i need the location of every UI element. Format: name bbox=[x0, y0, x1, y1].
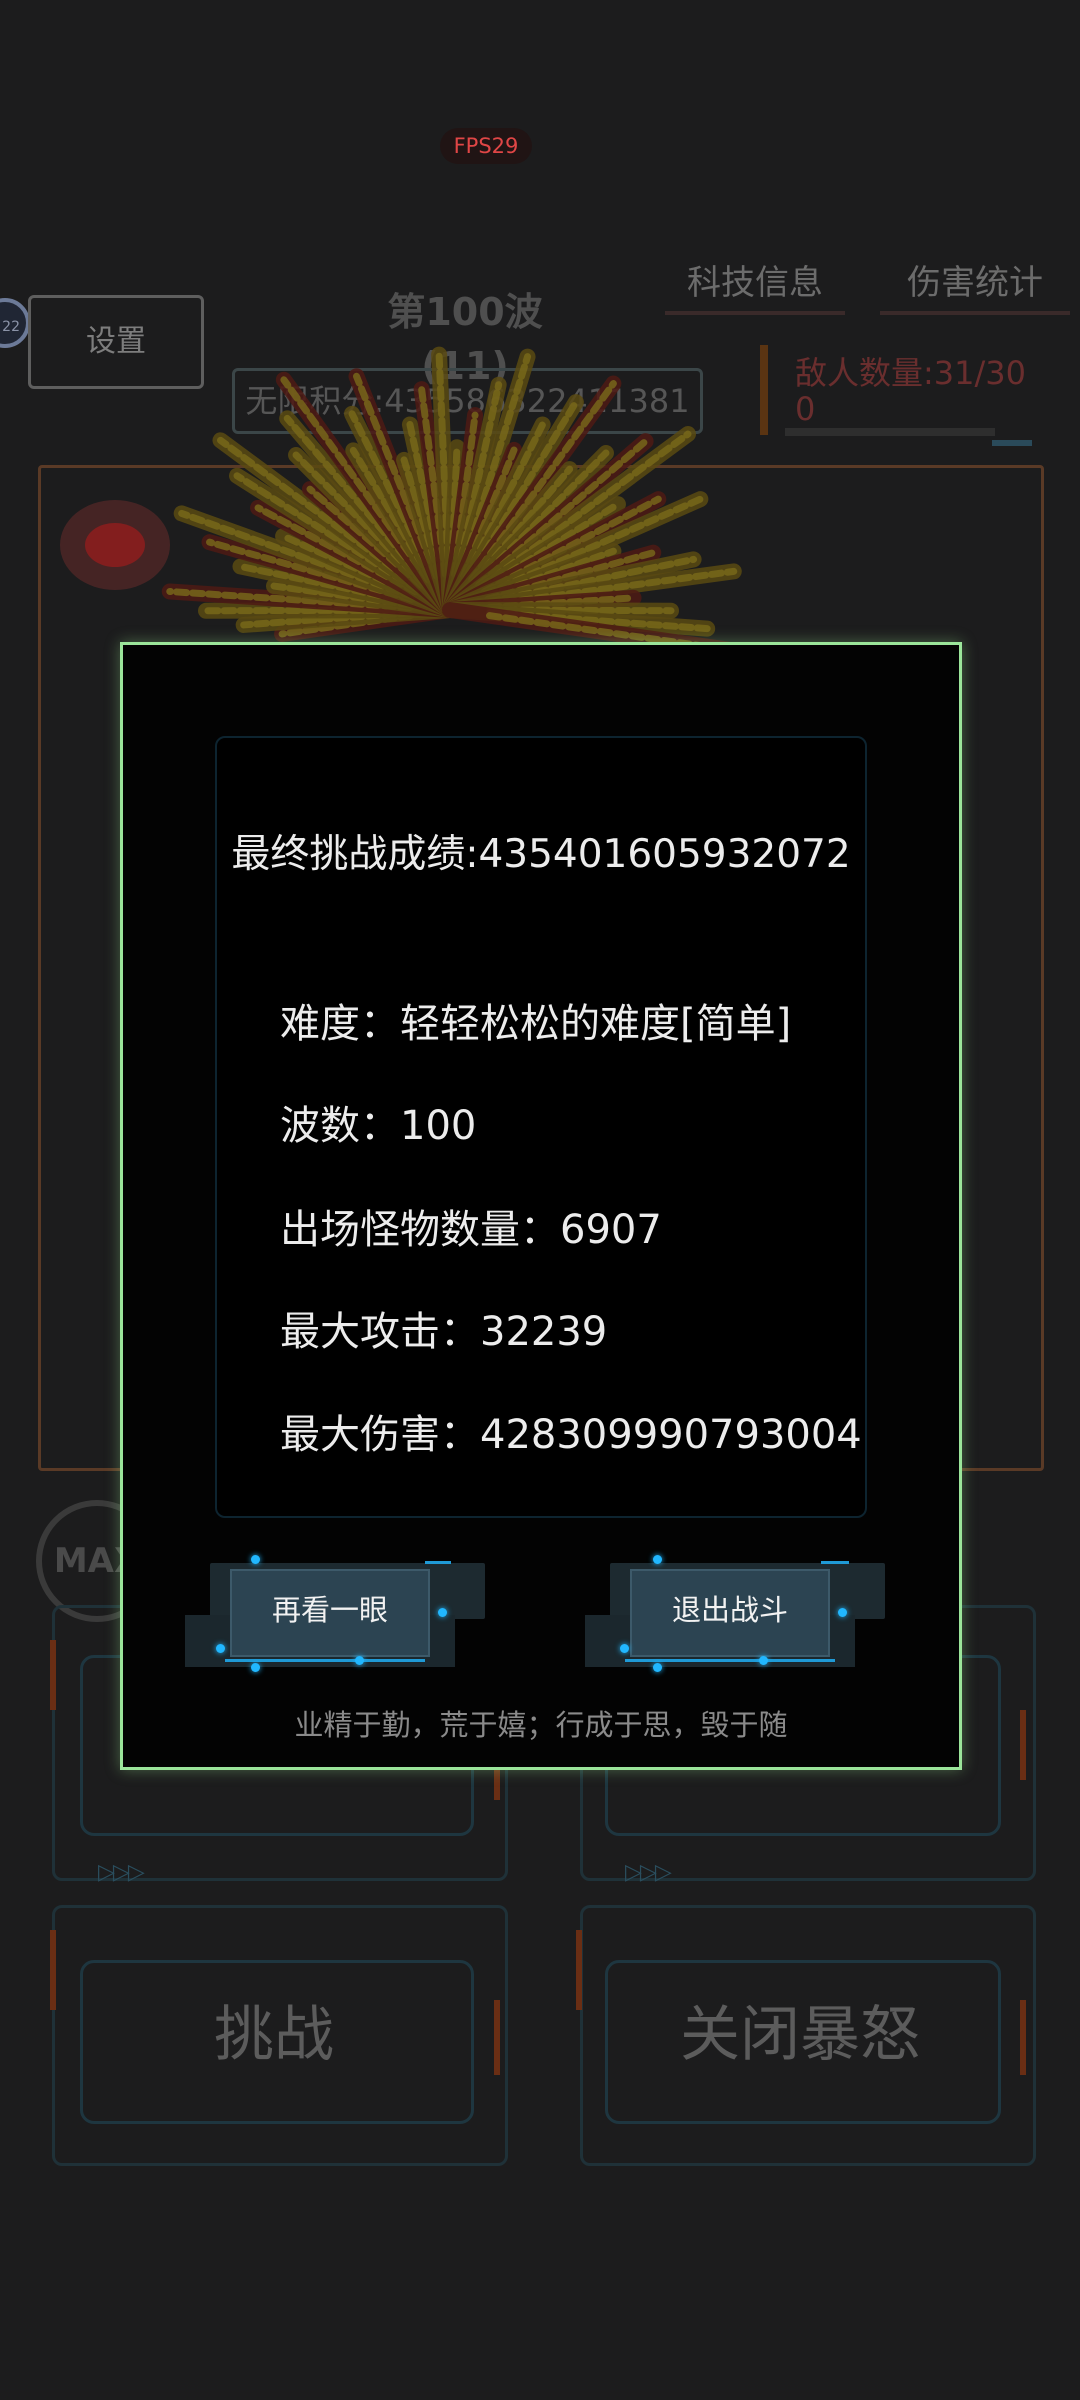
button-light bbox=[251, 1663, 260, 1672]
stat-max-attack: 最大攻击：32239 bbox=[280, 1302, 860, 1362]
button-accent-line bbox=[625, 1659, 835, 1662]
stat-separator: ： bbox=[360, 1103, 400, 1149]
stat-waves: 波数：100 bbox=[280, 1096, 860, 1156]
review-button-label: 再看一眼 bbox=[271, 1593, 388, 1627]
button-light bbox=[251, 1555, 260, 1564]
button-light bbox=[620, 1644, 629, 1653]
review-button[interactable]: 再看一眼 bbox=[185, 1555, 505, 1675]
button-light bbox=[838, 1608, 847, 1617]
stat-separator: ： bbox=[360, 1001, 400, 1047]
button-accent-line bbox=[821, 1561, 849, 1564]
button-light bbox=[216, 1644, 225, 1653]
stat-value: 100 bbox=[400, 1103, 477, 1149]
stat-value: 428309990793004 bbox=[480, 1412, 862, 1458]
stat-label: 出场怪物数量 bbox=[280, 1207, 520, 1253]
panel-accent bbox=[50, 1930, 56, 2010]
motto-text: 业精于勤，荒于嬉；行成于思，毁于随 bbox=[294, 1708, 788, 1742]
stat-value: 轻轻松松的难度[简单] bbox=[400, 1001, 792, 1047]
stat-separator: ： bbox=[440, 1309, 480, 1355]
button-light bbox=[355, 1656, 364, 1665]
final-challenge-score: 最终挑战成绩:435401605932072 bbox=[231, 832, 851, 877]
panel-accent bbox=[1020, 2000, 1026, 2075]
stat-difficulty: 难度：轻轻松松的难度[简单] bbox=[280, 994, 860, 1054]
enemy-count: 敌人数量:31/300 bbox=[795, 354, 1027, 428]
stat-value: 32239 bbox=[480, 1309, 608, 1355]
tab-damage-stats[interactable]: 伤害统计 bbox=[880, 255, 1070, 315]
exit-battle-button[interactable]: 退出战斗 bbox=[585, 1555, 905, 1675]
panel-accent bbox=[50, 1640, 56, 1710]
game-screen: FPS29 22 设置 第100波(11) 科技信息 伤害统计 无限积分:435… bbox=[0, 0, 1080, 2400]
button-accent-line bbox=[425, 1561, 451, 1564]
close-rage-label: 关闭暴怒 bbox=[680, 2000, 920, 2070]
stat-label: 最大攻击 bbox=[280, 1309, 440, 1355]
button-light bbox=[653, 1663, 662, 1672]
panel-accent bbox=[494, 2000, 500, 2075]
fps-counter: FPS29 bbox=[440, 128, 532, 164]
enemy-progress-marker bbox=[992, 440, 1032, 446]
stat-monster-count: 出场怪物数量：6907 bbox=[280, 1200, 860, 1260]
button-light bbox=[438, 1608, 447, 1617]
button-accent-line bbox=[225, 1659, 425, 1662]
stat-separator: ： bbox=[520, 1207, 560, 1253]
arrow-indicator-right: ▷▷▷ bbox=[625, 1860, 672, 1885]
stat-label: 最大伤害 bbox=[280, 1412, 440, 1458]
exit-battle-button-label: 退出战斗 bbox=[671, 1593, 788, 1627]
panel-accent bbox=[576, 1930, 582, 2010]
stat-value: 6907 bbox=[560, 1207, 662, 1253]
stat-label: 波数 bbox=[280, 1103, 360, 1149]
enemy-progress-track bbox=[785, 428, 995, 436]
stat-separator: ： bbox=[440, 1412, 480, 1458]
stat-label: 难度 bbox=[280, 1001, 360, 1047]
panel-accent bbox=[1020, 1710, 1026, 1780]
button-light bbox=[759, 1656, 768, 1665]
button-light bbox=[653, 1555, 662, 1564]
challenge-label: 挑战 bbox=[214, 2000, 334, 2070]
stat-max-damage: 最大伤害：428309990793004 bbox=[280, 1405, 862, 1465]
arrow-indicator-left: ▷▷▷ bbox=[98, 1860, 145, 1885]
